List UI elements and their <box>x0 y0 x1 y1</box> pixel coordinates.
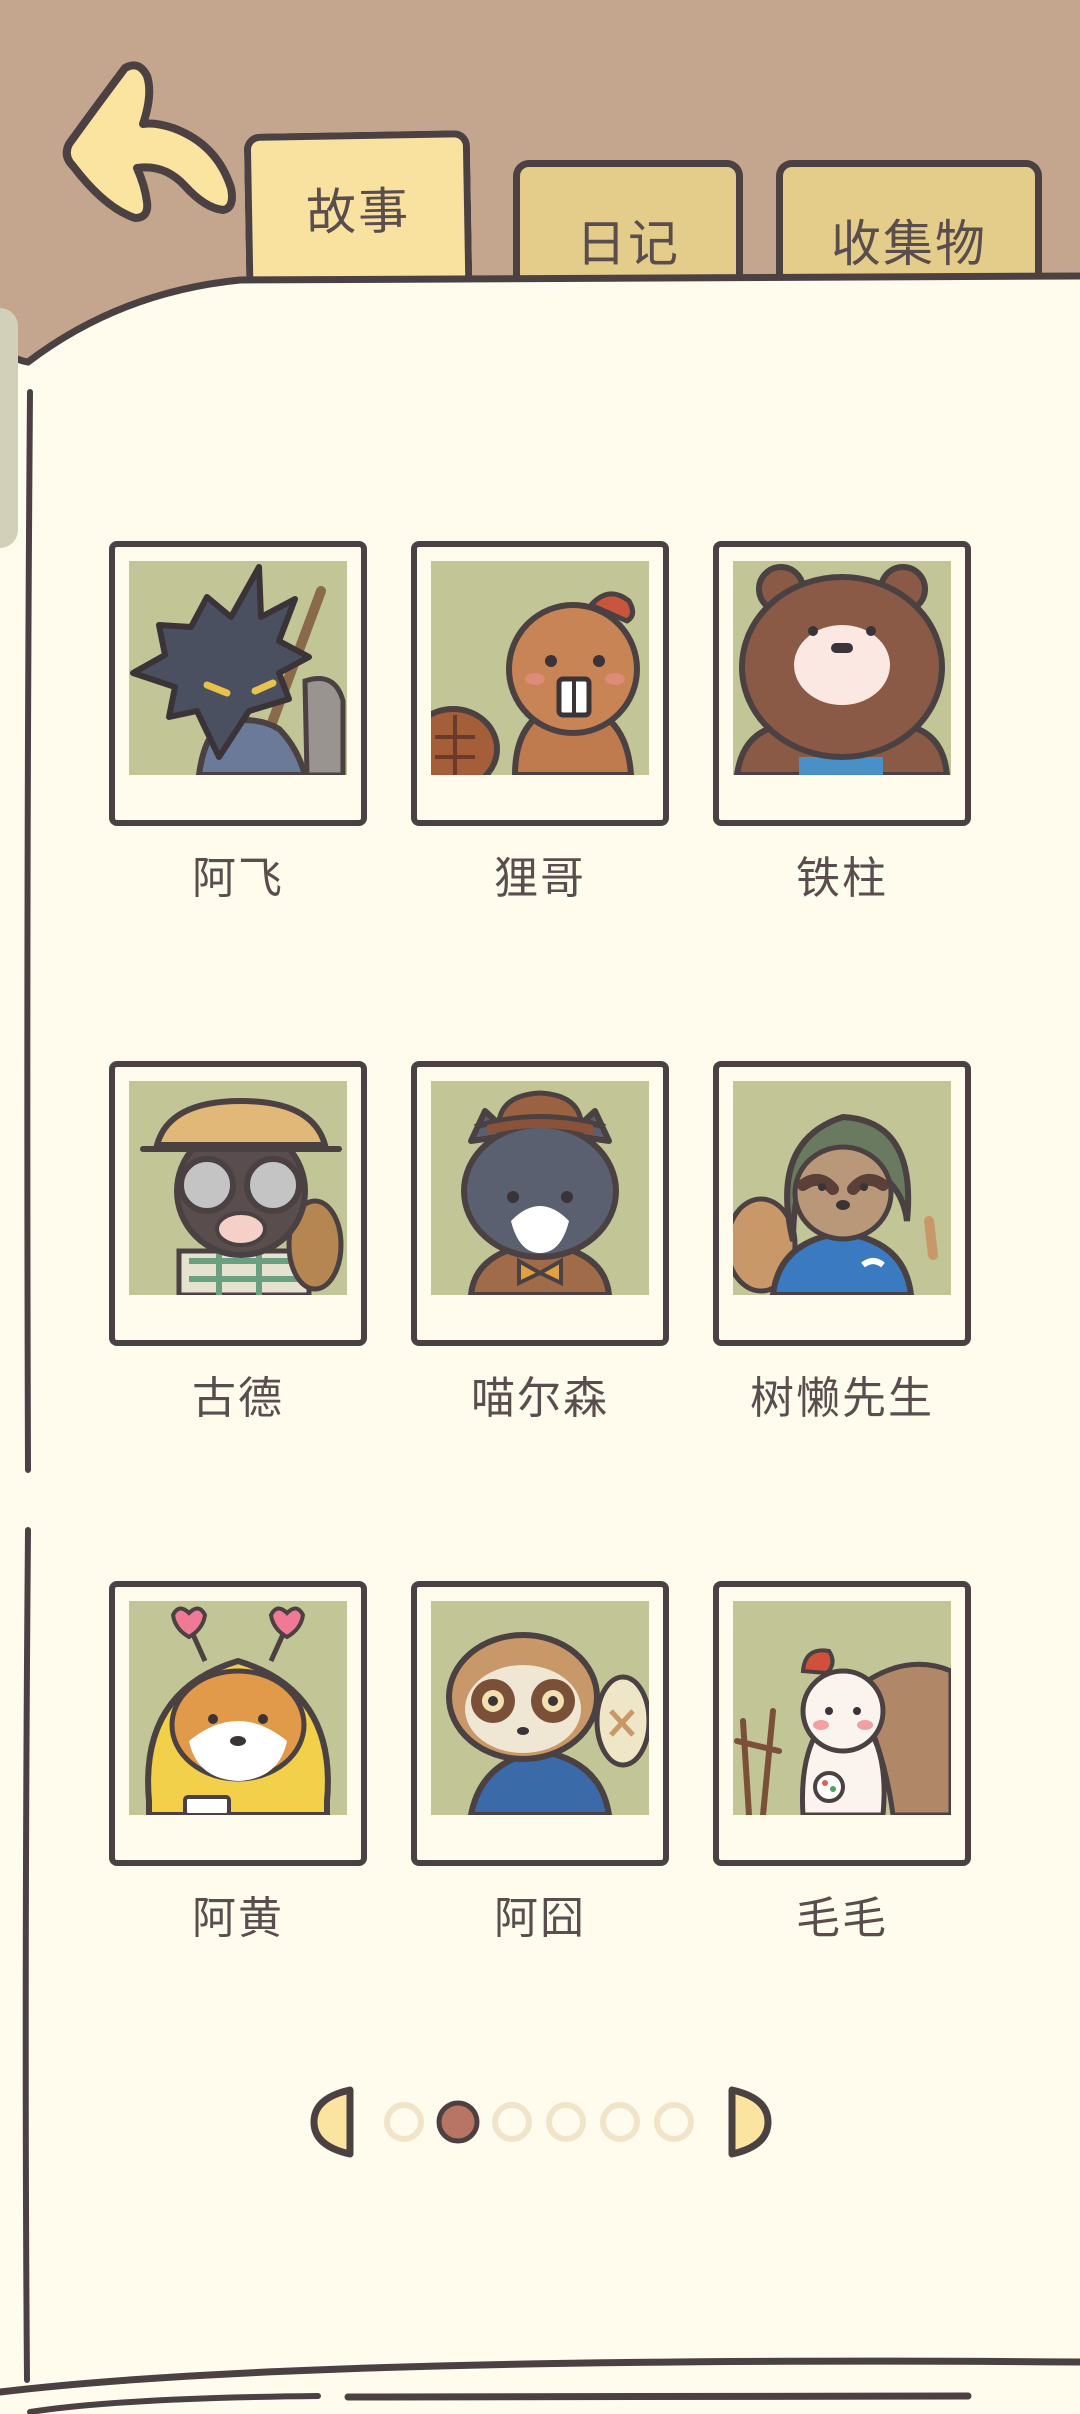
journal-screen: 故事 日记 收集物 阿飞 狸哥 铁柱 古德 喵尔森 树懒先生 阿黄 阿囧 毛毛 <box>0 0 1080 2414</box>
sloth-portrait <box>733 1081 951 1295</box>
character-card-ajiong[interactable] <box>411 1581 669 1866</box>
page-dot-3[interactable] <box>492 2102 532 2142</box>
character-card-maomao[interactable] <box>713 1581 971 1866</box>
alpaca-portrait <box>733 1601 951 1815</box>
page-dot-5[interactable] <box>600 2102 640 2142</box>
character-name-lige: 狸哥 <box>494 853 586 904</box>
character-name-shulanxiansheng: 树懒先生 <box>750 1373 934 1424</box>
character-card-ahuang[interactable] <box>109 1581 367 1866</box>
character-card-lige[interactable] <box>411 541 669 826</box>
pagination-dots <box>384 2100 694 2144</box>
character-name-miaoersen: 喵尔森 <box>471 1373 609 1424</box>
character-card-shulanxiansheng[interactable] <box>713 1061 971 1346</box>
character-name-gude: 古德 <box>192 1373 284 1424</box>
character-name-ahuang: 阿黄 <box>192 1893 284 1944</box>
page-dot-6[interactable] <box>654 2102 694 2142</box>
loris-portrait <box>431 1601 649 1815</box>
wolf-portrait <box>129 561 347 775</box>
character-card-tiezhu[interactable] <box>713 541 971 826</box>
character-card-gude[interactable] <box>109 1061 367 1346</box>
bear-portrait <box>733 561 951 775</box>
prev-page-icon[interactable] <box>310 2084 360 2160</box>
shiba-portrait <box>129 1601 347 1815</box>
page-dot-4[interactable] <box>546 2102 586 2142</box>
next-page-icon[interactable] <box>722 2084 772 2160</box>
page-dot-2[interactable] <box>436 2100 480 2144</box>
character-name-maomao: 毛毛 <box>796 1893 888 1944</box>
character-name-ajiong: 阿囧 <box>494 1893 586 1944</box>
page-dot-1[interactable] <box>384 2102 424 2142</box>
beaver-portrait <box>431 561 649 775</box>
character-card-afei[interactable] <box>109 541 367 826</box>
cat-portrait <box>431 1081 649 1295</box>
character-card-miaoersen[interactable] <box>411 1061 669 1346</box>
character-name-tiezhu: 铁柱 <box>796 853 888 904</box>
character-name-afei: 阿飞 <box>192 853 284 904</box>
mole-portrait <box>129 1081 347 1295</box>
